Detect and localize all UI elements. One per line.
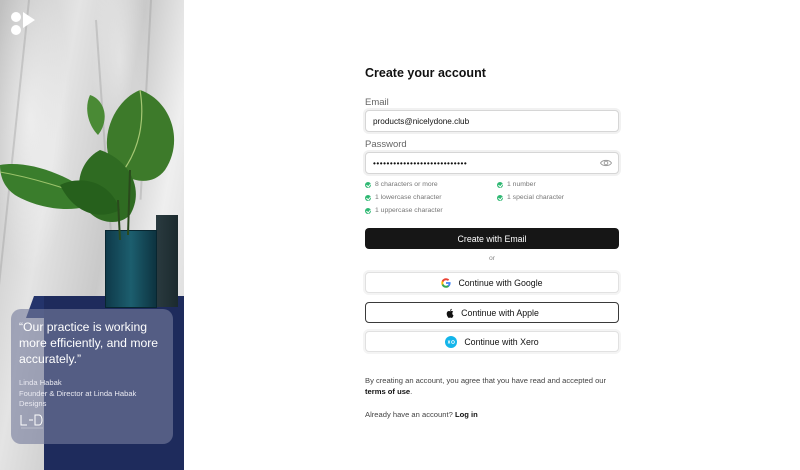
client-logo-icon [20, 414, 43, 429]
password-requirements: 8 characters or more 1 number 1 lowercas… [365, 180, 619, 220]
login-prompt: Already have an account? Log in [365, 410, 478, 419]
google-icon [441, 277, 452, 288]
email-value: products@nicelydone.club [373, 116, 470, 126]
email-field[interactable]: products@nicelydone.club [365, 110, 619, 132]
check-circle-icon [497, 181, 503, 188]
password-value: •••••••••••••••••••••••••••• [373, 158, 468, 168]
plant-leaves [0, 89, 175, 241]
continue-with-apple-button[interactable]: Continue with Apple [365, 302, 619, 323]
eye-icon[interactable] [600, 158, 612, 168]
requirement-item: 1 lowercase character [365, 194, 442, 201]
page-title: Create your account [365, 66, 486, 80]
requirement-item: 8 characters or more [365, 181, 438, 188]
check-circle-icon [365, 207, 371, 214]
continue-with-google-button[interactable]: Continue with Google [365, 272, 619, 293]
password-label: Password [365, 139, 407, 150]
apple-icon [445, 308, 454, 318]
terms-of-use-link[interactable]: terms of use [365, 387, 410, 396]
brand-logo-icon[interactable] [10, 11, 36, 37]
email-label: Email [365, 97, 389, 108]
xero-button-label: Continue with Xero [464, 336, 539, 347]
check-circle-icon [365, 194, 371, 201]
google-button-label: Continue with Google [458, 277, 543, 288]
check-circle-icon [497, 194, 503, 201]
check-circle-icon [365, 181, 371, 188]
testimonial-author: Linda Habak [19, 378, 62, 387]
password-field[interactable]: •••••••••••••••••••••••••••• [365, 152, 619, 174]
hero-image-panel: “Our practice is working more efficientl… [0, 0, 184, 470]
or-divider: or [488, 255, 496, 262]
testimonial-card: “Our practice is working more efficientl… [11, 309, 173, 444]
xero-icon [445, 335, 458, 348]
continue-with-xero-button[interactable]: Continue with Xero [365, 331, 619, 352]
log-in-link[interactable]: Log in [455, 410, 478, 419]
requirement-item: 1 special character [497, 194, 564, 201]
apple-button-label: Continue with Apple [461, 307, 539, 318]
requirement-item: 1 uppercase character [365, 207, 443, 214]
requirement-item: 1 number [497, 181, 536, 188]
testimonial-quote: “Our practice is working more efficientl… [19, 320, 159, 366]
testimonial-role: Founder & Director at Linda Habak Design… [19, 388, 137, 409]
create-with-email-button[interactable]: Create with Email [365, 228, 619, 249]
terms-notice: By creating an account, you agree that y… [365, 376, 607, 396]
